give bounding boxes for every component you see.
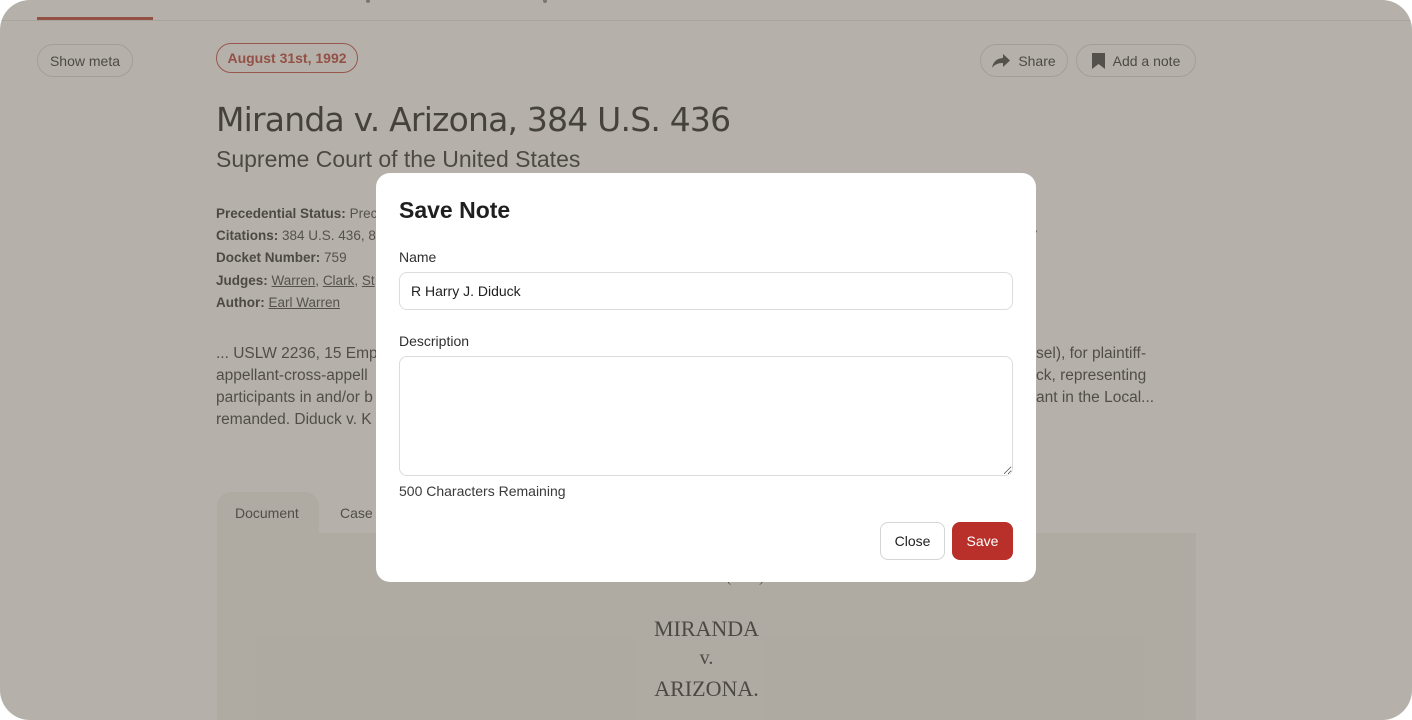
save-note-dialog: Save Note Name Description 500 Character… bbox=[376, 173, 1036, 582]
characters-remaining: 500 Characters Remaining bbox=[399, 483, 566, 499]
app-window: Show meta August 31st, 1992 Share Add a … bbox=[0, 0, 1412, 720]
dialog-title: Save Note bbox=[399, 197, 511, 223]
description-field[interactable] bbox=[399, 356, 1013, 476]
description-label: Description bbox=[399, 333, 470, 349]
close-button[interactable]: Close bbox=[880, 522, 945, 560]
save-button[interactable]: Save bbox=[952, 522, 1013, 560]
name-field[interactable] bbox=[399, 272, 1013, 310]
name-label: Name bbox=[399, 249, 437, 265]
